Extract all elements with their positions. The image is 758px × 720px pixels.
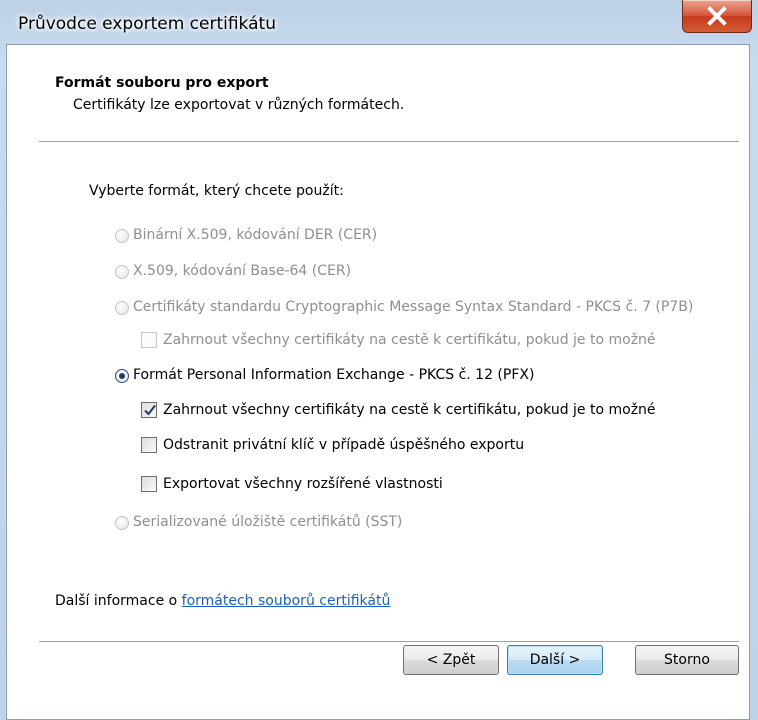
footer-divider xyxy=(39,641,739,643)
title-bar: Průvodce exportem certifikátu xyxy=(0,0,758,44)
radio-base64[interactable] xyxy=(115,265,129,279)
checkbox-export-extended-properties-label: Exportovat všechny rozšířené vlastnosti xyxy=(163,476,443,492)
radio-der-label: Binární X.509, kódování DER (CER) xyxy=(133,227,378,243)
radio-p7b[interactable] xyxy=(115,301,129,315)
cancel-button[interactable]: Storno xyxy=(635,645,739,675)
radio-p7b-label: Certifikáty standardu Cryptographic Mess… xyxy=(133,299,694,315)
more-info-prefix: Další informace o xyxy=(55,593,182,609)
radio-pfx[interactable] xyxy=(115,369,129,383)
checkbox-export-extended-properties[interactable] xyxy=(141,476,157,492)
wizard-body: Formát souboru pro export Certifikáty lz… xyxy=(6,44,750,720)
radio-sst[interactable] xyxy=(115,516,129,530)
wizard-header: Formát souboru pro export Certifikáty lz… xyxy=(7,45,749,141)
checkbox-p7b-include-chain[interactable] xyxy=(141,332,157,348)
checkmark-icon xyxy=(144,404,156,416)
page-subtitle: Certifikáty lze exportovat v různých for… xyxy=(73,97,405,113)
radio-base64-label: X.509, kódování Base-64 (CER) xyxy=(133,263,352,279)
radio-sst-label: Serializované úložiště certifikátů (SST) xyxy=(133,514,403,530)
more-info-text: Další informace o formátech souborů cert… xyxy=(55,593,390,609)
window-title: Průvodce exportem certifikátu xyxy=(18,14,276,34)
close-button[interactable] xyxy=(682,0,752,33)
header-divider xyxy=(39,141,739,143)
more-info-link[interactable]: formátech souborů certifikátů xyxy=(182,593,391,609)
radio-der[interactable] xyxy=(115,229,129,243)
page-title: Formát souboru pro export xyxy=(55,75,269,91)
checkbox-pfx-include-chain[interactable] xyxy=(141,402,157,418)
format-prompt: Vyberte formát, který chcete použít: xyxy=(89,183,344,199)
next-button[interactable]: Další > xyxy=(507,645,603,675)
checkbox-p7b-include-chain-label: Zahrnout všechny certifikáty na cestě k … xyxy=(163,332,656,348)
export-wizard-window: Průvodce exportem certifikátu Formát sou… xyxy=(0,0,758,720)
checkbox-delete-private-key-label: Odstranit privátní klíč v případě úspěšn… xyxy=(163,437,525,453)
checkbox-pfx-include-chain-label: Zahrnout všechny certifikáty na cestě k … xyxy=(163,402,656,418)
close-icon xyxy=(707,6,727,26)
checkbox-delete-private-key[interactable] xyxy=(141,437,157,453)
radio-pfx-label: Formát Personal Information Exchange - P… xyxy=(133,367,535,383)
back-button[interactable]: < Zpět xyxy=(403,645,499,675)
